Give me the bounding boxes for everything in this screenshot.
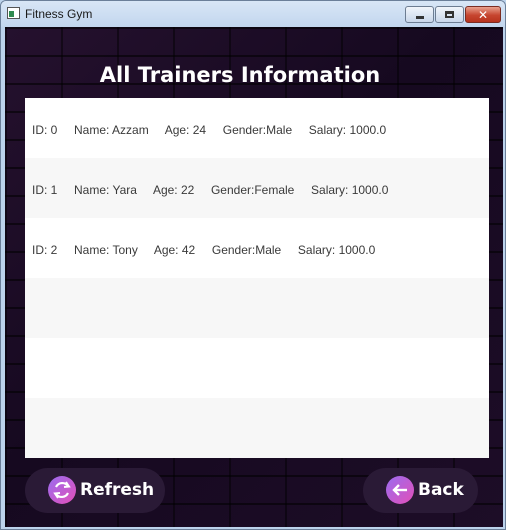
list-item[interactable]: ID: 2 Name: Tony Age: 42 Gender:Male Sal…	[25, 218, 489, 278]
arrow-left-icon	[386, 476, 414, 504]
app-window: Fitness Gym ✕ All Trainers Information I…	[0, 0, 506, 530]
minimize-button[interactable]	[405, 6, 434, 23]
refresh-button-label: Refresh	[80, 480, 155, 500]
empty-list-item	[25, 398, 489, 458]
refresh-button[interactable]: Refresh	[25, 468, 165, 513]
window-title: Fitness Gym	[25, 7, 93, 21]
empty-list-item	[25, 338, 489, 398]
list-item[interactable]: ID: 1 Name: Yara Age: 22 Gender:Female S…	[25, 158, 489, 218]
back-button-label: Back	[418, 480, 464, 500]
maximize-button[interactable]	[435, 6, 464, 23]
list-item[interactable]: ID: 0 Name: Azzam Age: 24 Gender:Male Sa…	[25, 98, 489, 158]
close-icon: ✕	[477, 7, 489, 22]
title-bar[interactable]: Fitness Gym ✕	[1, 1, 505, 27]
refresh-icon	[48, 476, 76, 504]
list-item-text: ID: 1 Name: Yara Age: 22 Gender:Female S…	[32, 183, 389, 197]
list-item-text: ID: 2 Name: Tony Age: 42 Gender:Male Sal…	[32, 243, 376, 257]
trainers-list[interactable]: ID: 0 Name: Azzam Age: 24 Gender:Male Sa…	[25, 98, 489, 458]
back-button[interactable]: Back	[363, 468, 478, 513]
page-title: All Trainers Information	[99, 63, 381, 87]
app-icon	[7, 7, 20, 19]
list-item-text: ID: 0 Name: Azzam Age: 24 Gender:Male Sa…	[32, 123, 387, 137]
maximize-icon	[436, 7, 463, 22]
main-content: All Trainers Information ID: 0 Name: Azz…	[5, 27, 503, 527]
empty-list-item	[25, 278, 489, 338]
close-button[interactable]: ✕	[465, 6, 501, 23]
minimize-icon	[406, 7, 433, 22]
